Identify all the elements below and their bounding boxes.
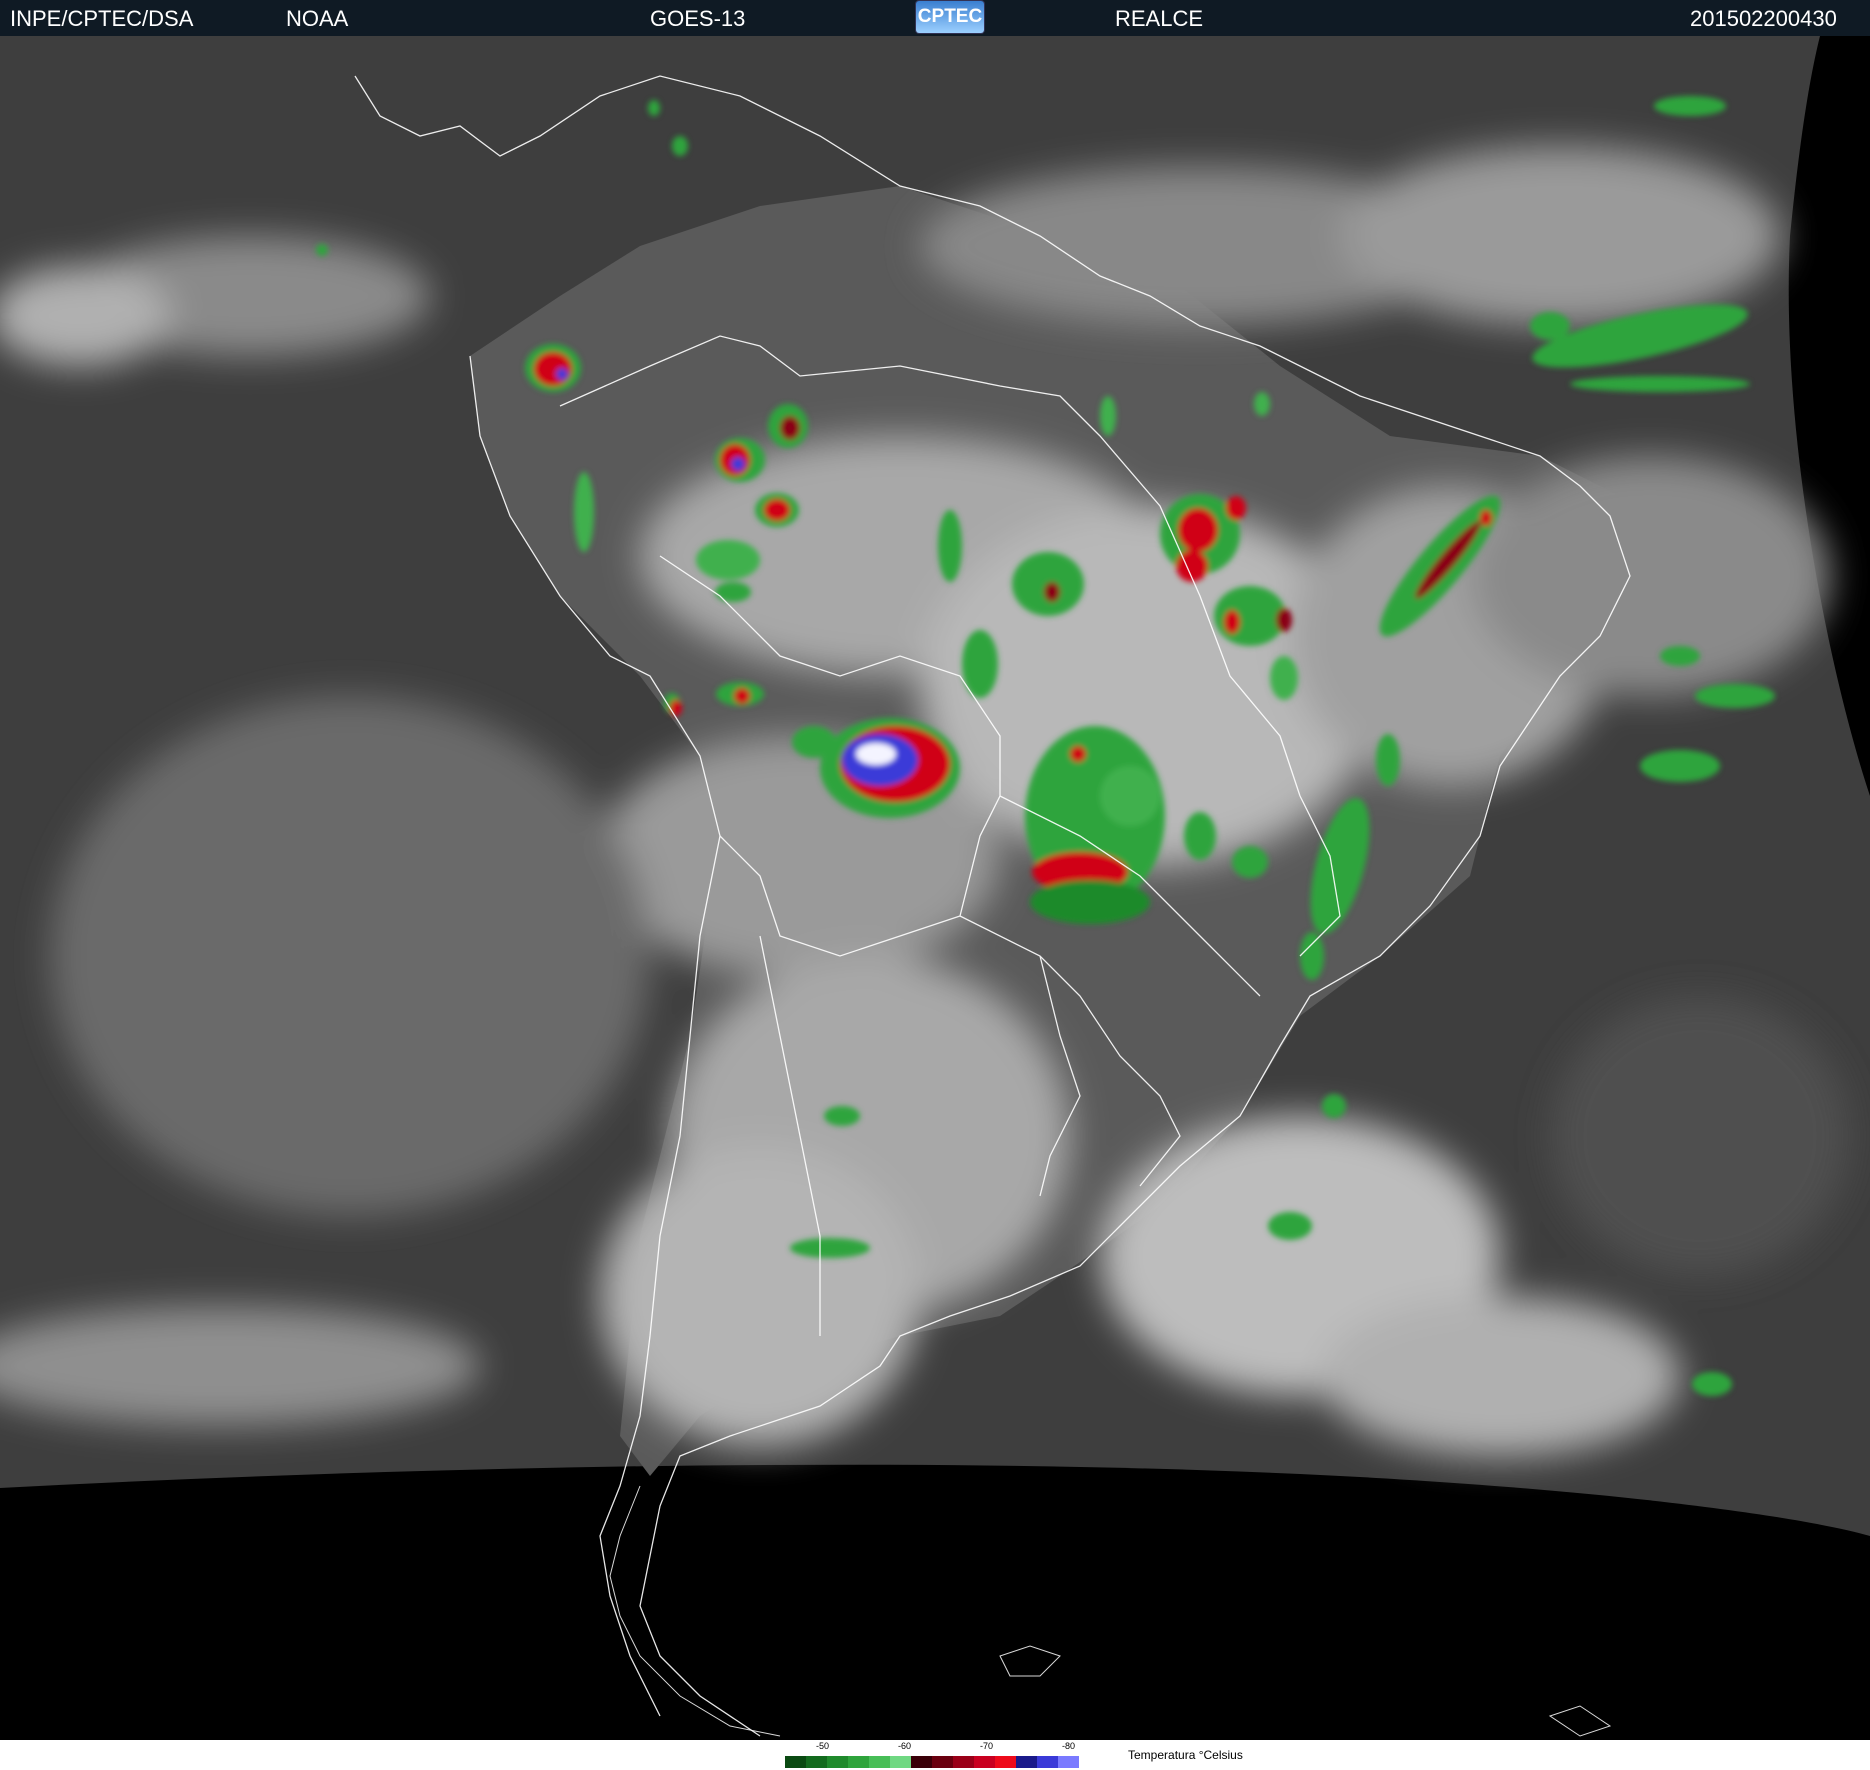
convective-cell [1276,608,1292,632]
convective-cell [1660,646,1700,666]
colorbar-swatch [785,1756,806,1768]
convective-cell [1030,880,1150,924]
cptec-logo: CPTEC [916,1,984,33]
temperature-colorbar: -50 -60 -70 -80 Temperatura °Celsius [0,1740,1870,1770]
colorbar-swatch [932,1756,953,1768]
satellite-image [0,36,1870,1740]
colorbar-swatch [827,1756,848,1768]
convective-cell [731,457,745,471]
tick-label: -70 [980,1741,994,1751]
convective-cell [1070,746,1086,762]
convective-cell [1044,582,1060,602]
convective-cell [1695,684,1775,708]
convective-cell [1376,734,1400,786]
cloud-mass [50,696,650,1216]
convective-cell [856,743,896,765]
convective-cell [824,1106,860,1126]
convective-cell [648,100,660,116]
convective-cell [1530,312,1570,340]
convective-cell [1480,510,1492,526]
convective-cell [316,244,328,256]
timestamp-label: 201502200430 [1690,6,1837,31]
colorbar-title: Temperatura °Celsius [1128,1748,1243,1762]
convective-cell [1100,396,1116,436]
convective-cell [1640,750,1720,782]
convective-cell [734,688,750,704]
convective-cell [1300,932,1324,980]
convective-cell [1268,1212,1312,1240]
convective-cell [1226,496,1246,520]
convective-cell [764,499,790,521]
colorbar-swatch [953,1756,974,1768]
colorbar-swatches [785,1756,1079,1768]
convective-cell [1570,376,1750,392]
colorbar-swatch [1058,1756,1079,1768]
colorbar-swatch [890,1756,911,1768]
cloud-mass [1550,996,1850,1276]
convective-cell [574,472,594,552]
tick-label: -60 [898,1741,912,1751]
colorbar-swatch [848,1756,869,1768]
convective-cell [715,582,751,602]
convective-cell [1322,1094,1346,1118]
tick-label: -80 [1062,1741,1076,1751]
convective-cell [696,540,760,580]
cloud-mass [1340,146,1780,326]
colorbar-swatch [1016,1756,1037,1768]
space-bottom [0,1464,1870,1740]
convective-cell [792,726,836,758]
convective-cell [1692,1372,1732,1396]
convective-cell [1232,846,1268,878]
convective-cell [938,510,962,582]
convective-cell [1214,586,1286,646]
convective-cell [670,700,682,716]
product-label: REALCE [1115,6,1204,31]
colorbar-swatch [995,1756,1016,1768]
convective-cell [1100,766,1160,826]
cloud-mass [1320,1296,1680,1456]
convective-cell [556,368,568,380]
org-label: INPE/CPTEC/DSA [10,6,194,31]
cloud-mass [1470,456,1830,696]
colorbar-swatch [911,1756,932,1768]
tick-label: -50 [816,1741,830,1751]
colorbar-swatch [974,1756,995,1768]
satellite-label: GOES-13 [650,6,746,31]
colorbar-swatch [1037,1756,1058,1768]
convective-cell [780,416,800,440]
convective-cell [790,1238,870,1258]
header-bar: INPE/CPTEC/DSA NOAA GOES-13 CPTEC REALCE… [0,0,1870,36]
convective-cell [672,136,688,156]
cloud-mass [600,1146,920,1446]
colorbar-swatch [806,1756,827,1768]
convective-cell [1224,610,1240,634]
convective-cell [1654,96,1726,116]
colorbar-swatch [869,1756,890,1768]
convective-cell [1270,656,1298,700]
convective-cell [1254,392,1270,416]
convective-cell [1178,508,1218,552]
convective-cell [534,352,572,386]
convective-cell [1184,812,1216,860]
agency-label: NOAA [286,6,349,31]
